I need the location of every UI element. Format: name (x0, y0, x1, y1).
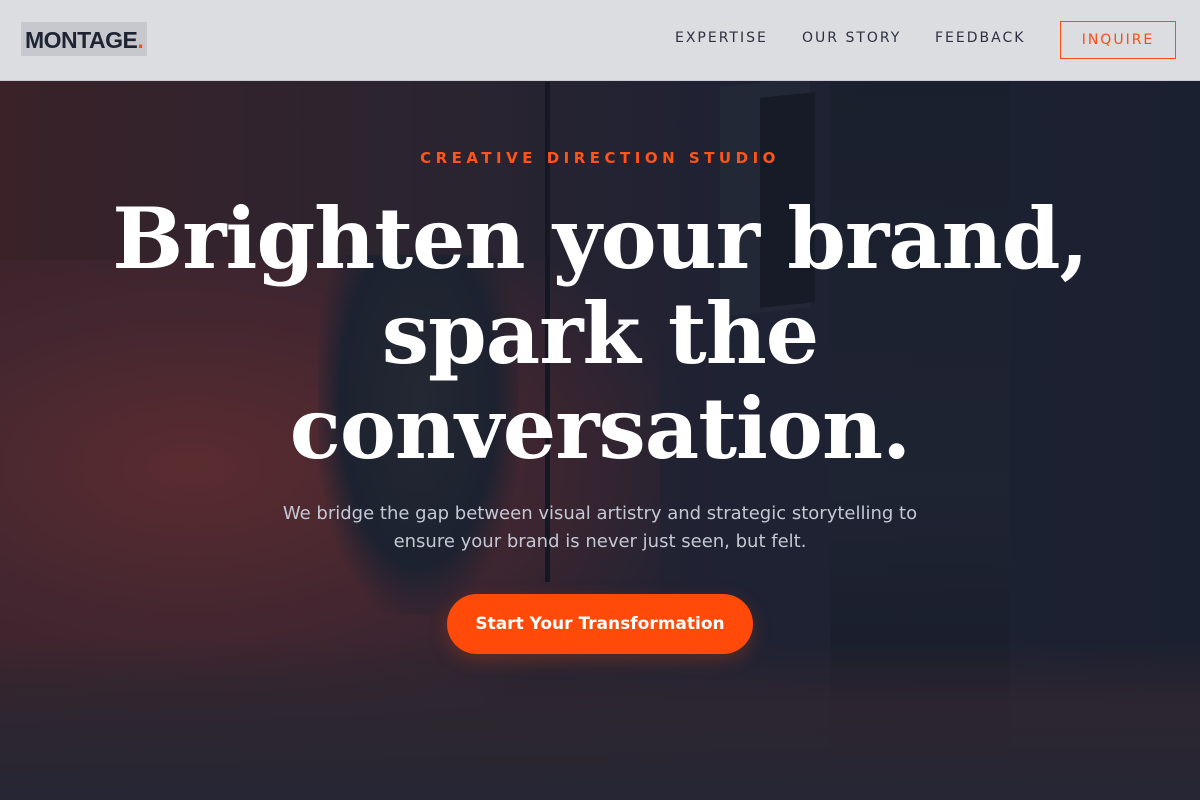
hero-headline: Brighten your brand, spark the conversat… (100, 191, 1100, 476)
hero-subtext: We bridge the gap between visual artistr… (282, 503, 918, 552)
site-header: MONTAGE. EXPERTISE OUR STORY FEEDBACK IN… (0, 0, 1200, 81)
nav-expertise[interactable]: EXPERTISE (675, 30, 768, 46)
hero-eyebrow: CREATIVE DIRECTION STUDIO (420, 149, 780, 167)
nav-our-story[interactable]: OUR STORY (802, 30, 901, 46)
start-transformation-button[interactable]: Start Your Transformation (447, 594, 753, 654)
hero-content: CREATIVE DIRECTION STUDIO Brighten your … (0, 81, 1200, 800)
nav-feedback[interactable]: FEEDBACK (935, 30, 1025, 46)
inquire-button[interactable]: INQUIRE (1060, 21, 1176, 59)
headline-line-3: conversation. (289, 379, 912, 478)
montage-logo[interactable]: MONTAGE. (21, 22, 148, 56)
headline-line-1: Brighten your brand, (112, 189, 1088, 288)
logo-text: MONTAGE (25, 27, 138, 53)
logo-dot: . (137, 27, 144, 53)
headline-line-2: spark the (381, 284, 819, 383)
